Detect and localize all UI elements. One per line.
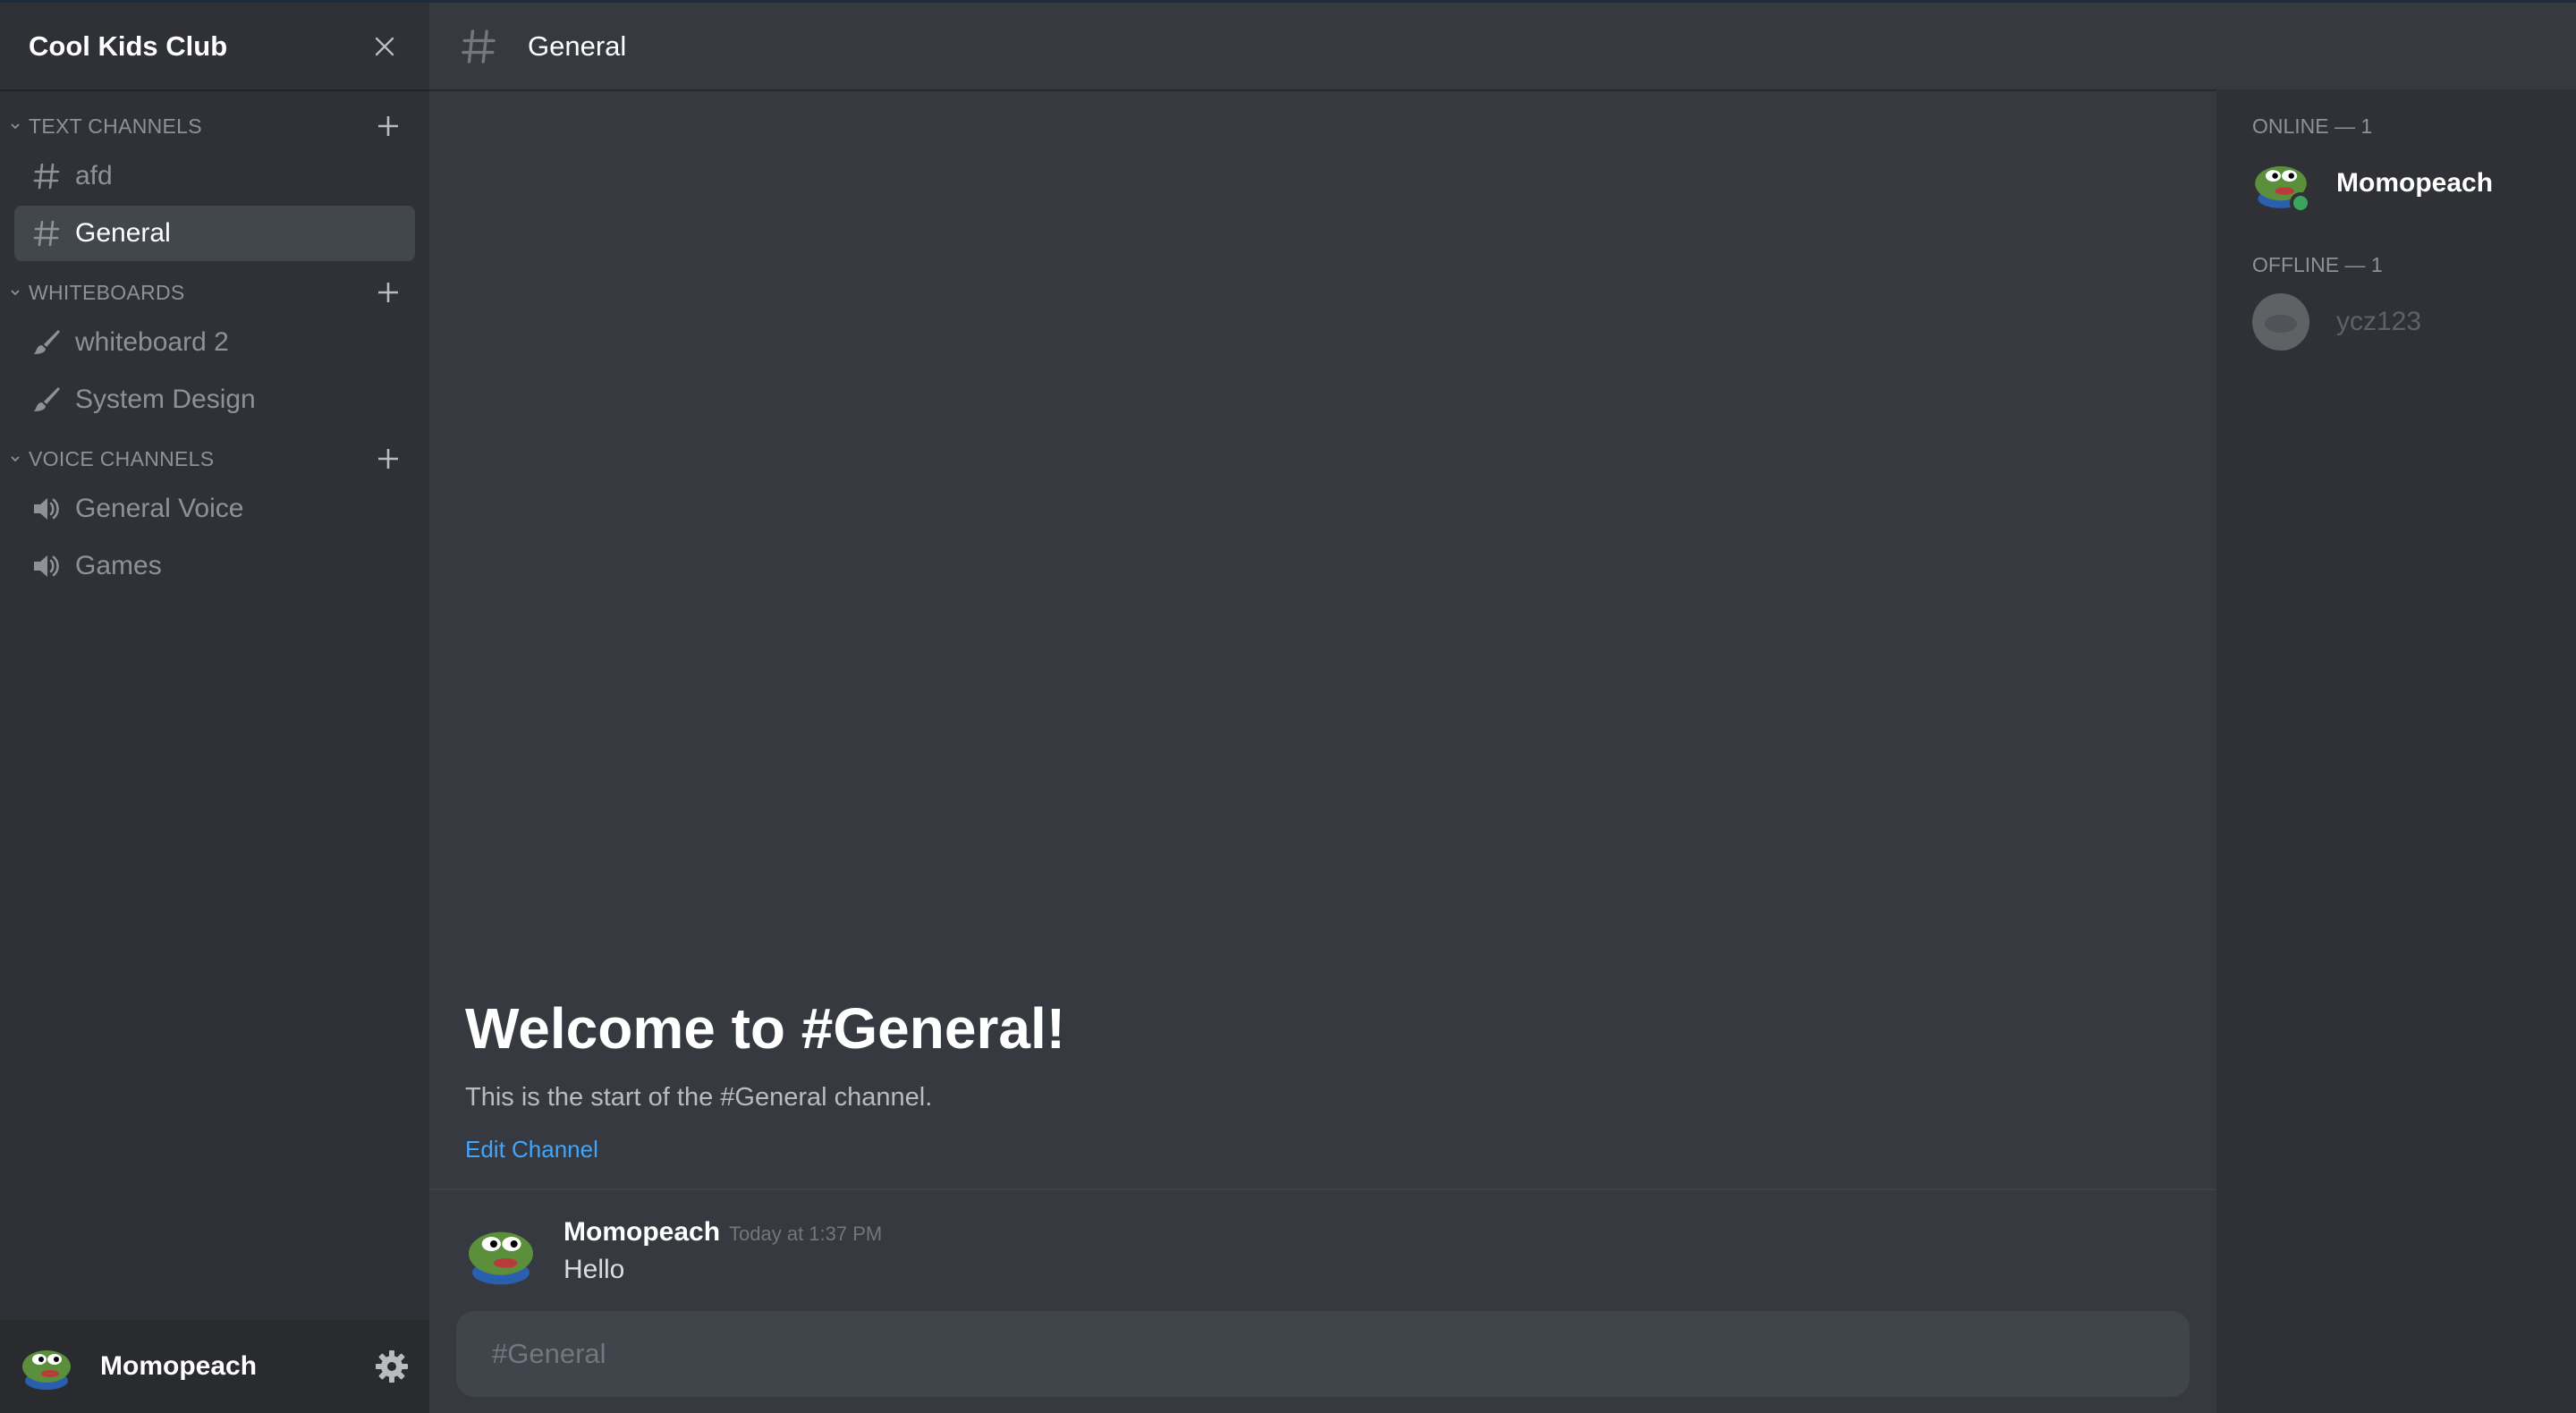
- channel-label: afd: [75, 161, 113, 190]
- channel-whiteboard-2[interactable]: whiteboard 2: [14, 315, 415, 370]
- member-name: ycz123: [2336, 307, 2422, 336]
- server-name: Cool Kids Club: [29, 30, 228, 62]
- channel-label: Games: [75, 551, 162, 580]
- gear-icon[interactable]: [374, 1349, 410, 1384]
- message-input[interactable]: [456, 1311, 2190, 1397]
- channel-label: General: [75, 218, 171, 248]
- channel-sidebar: Cool Kids Club TEXT CHANNELS afd General…: [0, 3, 429, 1413]
- speaker-icon: [30, 550, 63, 582]
- channel-label: General Voice: [75, 494, 244, 523]
- member-item[interactable]: ycz123: [2216, 288, 2576, 356]
- channel-label: whiteboard 2: [75, 327, 229, 357]
- hash-icon: [30, 217, 63, 250]
- main-area: General Welcome to #General! This is the…: [429, 3, 2576, 1413]
- add-channel-icon[interactable]: [374, 444, 402, 473]
- add-channel-icon[interactable]: [374, 278, 402, 307]
- message-list[interactable]: Welcome to #General! This is the start o…: [429, 89, 2216, 1300]
- chat-panel: Welcome to #General! This is the start o…: [429, 89, 2216, 1413]
- channel-header: General: [429, 3, 2576, 89]
- edit-channel-link[interactable]: Edit Channel: [465, 1136, 598, 1163]
- channel-general-voice[interactable]: General Voice: [14, 481, 415, 537]
- message-timestamp: Today at 1:37 PM: [729, 1223, 883, 1245]
- chevron-down-icon: [11, 290, 20, 296]
- chevron-down-icon: [11, 123, 20, 130]
- message-composer: [429, 1300, 2216, 1413]
- online-status-indicator: [2290, 192, 2311, 214]
- current-username: Momopeach: [100, 1351, 258, 1381]
- avatar: [2252, 293, 2309, 351]
- channel-title: General: [528, 30, 627, 62]
- member-list: ONLINE — 1 Momopeach OFFLINE — 1 ycz123: [2216, 89, 2576, 1413]
- hash-icon: [30, 160, 63, 192]
- member-item[interactable]: Momopeach: [2216, 149, 2576, 217]
- offline-group-label: OFFLINE — 1: [2252, 253, 2383, 276]
- chevron-down-icon: [11, 456, 20, 462]
- user-panel: Momopeach: [0, 1320, 429, 1413]
- close-icon[interactable]: [369, 30, 401, 63]
- speaker-icon: [30, 493, 63, 525]
- message-item: Momopeach Today at 1:37 PM Hello: [429, 1190, 2216, 1300]
- avatar: [2252, 155, 2311, 214]
- avatar[interactable]: [20, 1340, 73, 1394]
- welcome-title: Welcome to #General!: [465, 996, 1066, 1061]
- category-label: VOICE CHANNELS: [29, 446, 215, 470]
- message-text: Hello: [564, 1255, 625, 1284]
- category-text-channels[interactable]: TEXT CHANNELS: [0, 106, 429, 147]
- online-group-label: ONLINE — 1: [2252, 114, 2373, 138]
- brush-icon: [30, 384, 63, 416]
- app-window: Cool Kids Club TEXT CHANNELS afd General…: [0, 0, 2576, 1413]
- channel-label: System Design: [75, 385, 256, 414]
- avatar[interactable]: [465, 1217, 537, 1290]
- channel-games[interactable]: Games: [14, 538, 415, 594]
- category-whiteboards[interactable]: WHITEBOARDS: [0, 272, 429, 313]
- channel-afd[interactable]: afd: [14, 148, 415, 204]
- category-label: WHITEBOARDS: [29, 280, 185, 304]
- server-header[interactable]: Cool Kids Club: [0, 3, 429, 89]
- channel-welcome: Welcome to #General! This is the start o…: [429, 995, 2216, 1190]
- category-voice-channels[interactable]: VOICE CHANNELS: [0, 438, 429, 479]
- member-name: Momopeach: [2336, 168, 2494, 198]
- category-label: TEXT CHANNELS: [29, 114, 202, 138]
- message-author[interactable]: Momopeach: [564, 1217, 720, 1248]
- channel-list: TEXT CHANNELS afd General WHITEBOARDS wh…: [0, 89, 429, 1320]
- channel-system-design[interactable]: System Design: [14, 372, 415, 427]
- welcome-subtitle: This is the start of the #General channe…: [465, 1083, 933, 1112]
- add-channel-icon[interactable]: [374, 112, 402, 140]
- content-area: Welcome to #General! This is the start o…: [429, 89, 2576, 1413]
- brush-icon: [30, 326, 63, 359]
- hash-icon: [462, 29, 496, 63]
- channel-general[interactable]: General: [14, 206, 415, 261]
